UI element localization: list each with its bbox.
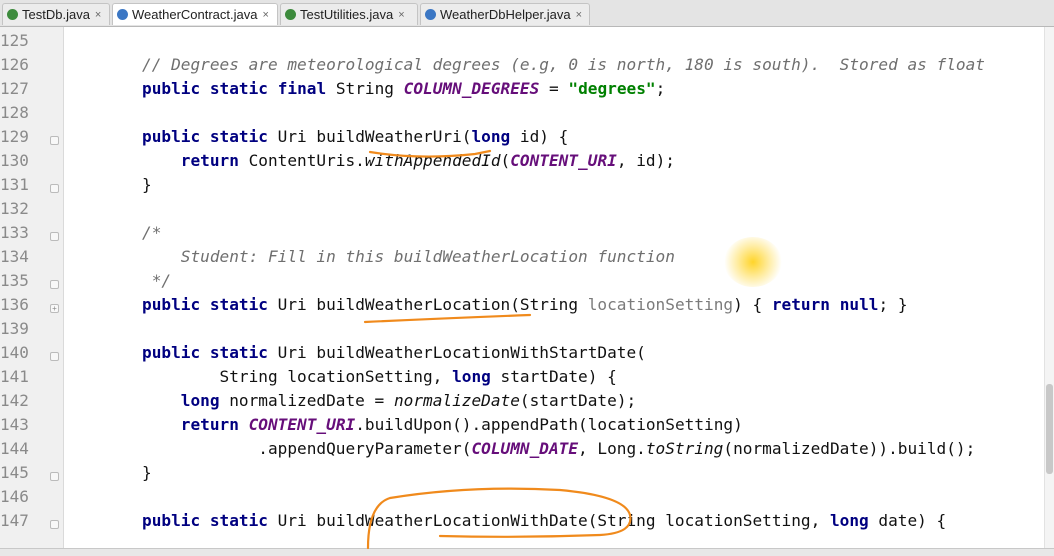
tab-weatherdbhelper[interactable]: WeatherDbHelper.java × bbox=[420, 3, 590, 25]
line-number: 146 bbox=[0, 487, 29, 506]
code-line-130: return ContentUris.withAppendedId(CONTEN… bbox=[180, 151, 675, 170]
fold-expand-icon[interactable]: + bbox=[50, 304, 59, 313]
line-number: 126 bbox=[0, 55, 29, 74]
line-number: 133 bbox=[0, 223, 29, 242]
code-line-127: public static final String COLUMN_DEGREE… bbox=[142, 79, 666, 98]
code-line-143: return CONTENT_URI.buildUpon().appendPat… bbox=[180, 415, 743, 434]
fold-end-icon[interactable] bbox=[50, 280, 59, 289]
line-number: 145 bbox=[0, 463, 29, 482]
code-line-140: public static Uri buildWeatherLocationWi… bbox=[142, 343, 646, 362]
line-number: 127 bbox=[0, 79, 29, 98]
line-number: 144 bbox=[0, 439, 29, 458]
line-number: 132 bbox=[0, 199, 29, 218]
line-number: 142 bbox=[0, 391, 29, 410]
close-icon[interactable]: × bbox=[263, 9, 269, 21]
line-number: 128 bbox=[0, 103, 29, 122]
tab-label: TestUtilities.java bbox=[300, 7, 394, 22]
tab-testdb[interactable]: TestDb.java × bbox=[2, 3, 110, 25]
line-number: 125 bbox=[0, 31, 29, 50]
close-icon[interactable]: × bbox=[576, 9, 582, 21]
close-icon[interactable]: × bbox=[95, 9, 101, 21]
close-icon[interactable]: × bbox=[398, 9, 404, 21]
vertical-scrollbar[interactable] bbox=[1044, 27, 1054, 555]
cursor-highlight bbox=[724, 237, 782, 287]
code-line-126: // Degrees are meteorological degrees (e… bbox=[142, 55, 985, 74]
code-line-129: public static Uri buildWeatherUri(long i… bbox=[142, 127, 569, 146]
code-line-131: } bbox=[142, 175, 152, 194]
line-number-gutter: 125 126 127 128 129 130 131 132 133 134 … bbox=[0, 27, 64, 555]
fold-end-icon[interactable] bbox=[50, 472, 59, 481]
code-line-135: */ bbox=[142, 271, 172, 290]
line-number: 134 bbox=[0, 247, 29, 266]
class-icon bbox=[425, 9, 436, 20]
line-number: 135 bbox=[0, 271, 29, 290]
line-number: 141 bbox=[0, 367, 29, 386]
editor-tab-bar: TestDb.java × WeatherContract.java × Tes… bbox=[0, 0, 1054, 27]
fold-start-icon[interactable] bbox=[50, 520, 59, 529]
code-line-134: Student: Fill in this buildWeatherLocati… bbox=[142, 247, 675, 266]
line-number: 143 bbox=[0, 415, 29, 434]
fold-start-icon[interactable] bbox=[50, 352, 59, 361]
code-line-144: .appendQueryParameter(COLUMN_DATE, Long.… bbox=[142, 439, 976, 458]
code-line-145: } bbox=[142, 463, 152, 482]
line-number: 139 bbox=[0, 319, 29, 338]
line-number: 131 bbox=[0, 175, 29, 194]
code-line-147: public static Uri buildWeatherLocationWi… bbox=[142, 511, 947, 530]
code-line-133: /* bbox=[142, 223, 162, 242]
tab-testutilities[interactable]: TestUtilities.java × bbox=[280, 3, 418, 25]
line-number: 129 bbox=[0, 127, 29, 146]
class-icon bbox=[117, 9, 128, 20]
code-editor[interactable]: // Degrees are meteorological degrees (e… bbox=[64, 27, 1054, 555]
test-class-icon bbox=[285, 9, 296, 20]
line-number: 130 bbox=[0, 151, 29, 170]
code-line-142: long normalizedDate = normalizeDate(star… bbox=[180, 391, 637, 410]
code-line-141: String locationSetting, long startDate) … bbox=[142, 367, 617, 386]
tab-label: WeatherContract.java bbox=[132, 7, 258, 22]
fold-start-icon[interactable] bbox=[50, 136, 59, 145]
line-number: 147 bbox=[0, 511, 29, 530]
code-line-136: public static Uri buildWeatherLocation(S… bbox=[142, 295, 908, 314]
line-number: 136 bbox=[0, 295, 29, 314]
line-number: 140 bbox=[0, 343, 29, 362]
tab-label: WeatherDbHelper.java bbox=[440, 7, 571, 22]
fold-end-icon[interactable] bbox=[50, 184, 59, 193]
tab-weathercontract[interactable]: WeatherContract.java × bbox=[112, 3, 278, 25]
scrollbar-thumb[interactable] bbox=[1046, 384, 1053, 474]
tab-label: TestDb.java bbox=[22, 7, 90, 22]
test-class-icon bbox=[7, 9, 18, 20]
fold-start-icon[interactable] bbox=[50, 232, 59, 241]
